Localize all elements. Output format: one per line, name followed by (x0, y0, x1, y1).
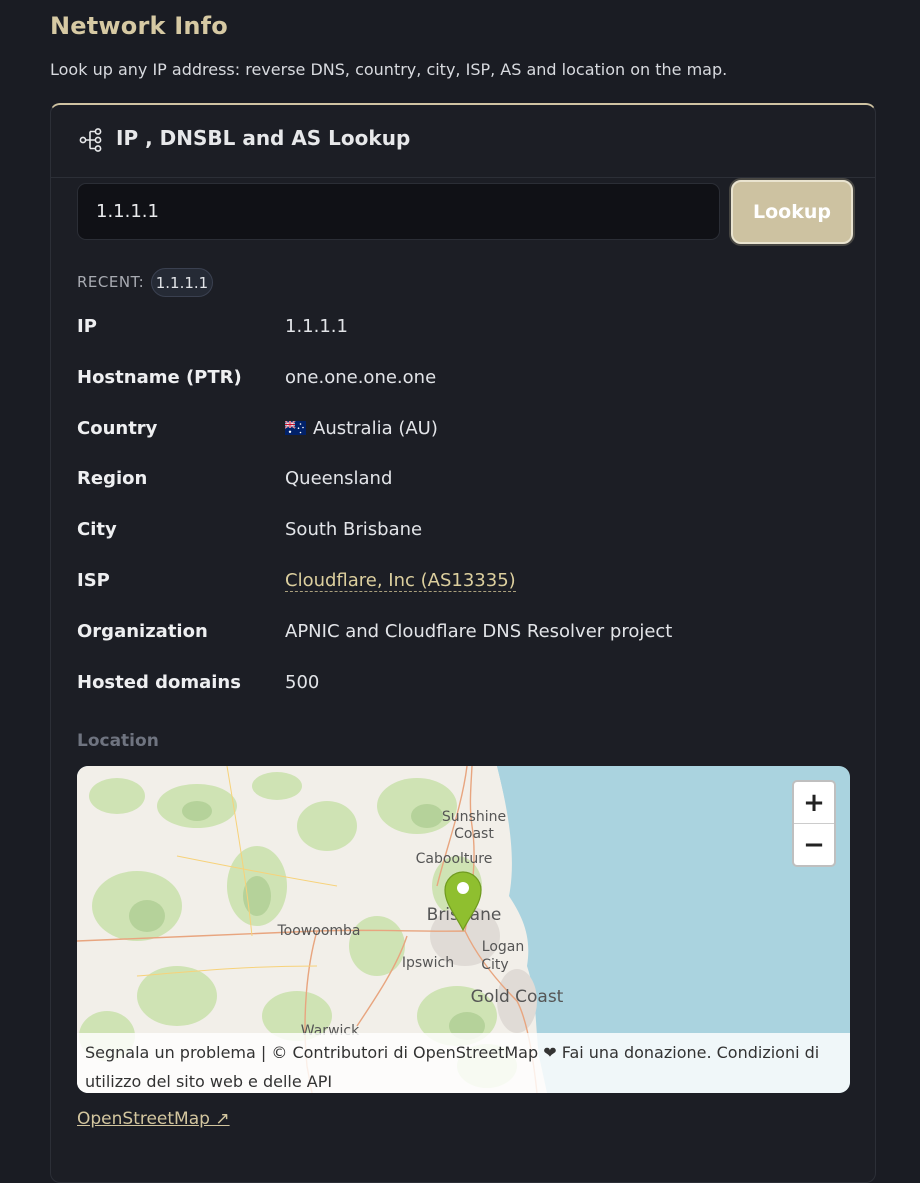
map-attribution[interactable]: Segnala un problema | © Contributori di … (77, 1033, 850, 1093)
detail-value-hostname: one.one.one.one (285, 367, 437, 388)
map-label-ipswich: Ipswich (402, 955, 454, 971)
detail-value-ip: 1.1.1.1 (285, 316, 348, 337)
detail-label-region: Region (77, 468, 148, 489)
detail-label-city: City (77, 519, 117, 540)
map-label-logan: Logan (482, 939, 524, 955)
detail-value-country: Australia (AU) (313, 418, 438, 439)
lookup-button[interactable]: Lookup (731, 180, 853, 244)
map-label-caboolture: Caboolture (416, 851, 493, 867)
detail-label-hosted-domains: Hosted domains (77, 672, 241, 693)
map-label-gold-coast: Gold Coast (471, 987, 564, 1007)
map-label-coast: Coast (454, 826, 494, 842)
detail-label-organization: Organization (77, 621, 208, 642)
page-subtitle: Look up any IP address: reverse DNS, cou… (50, 60, 728, 79)
detail-value-region: Queensland (285, 468, 393, 489)
detail-value-organization: APNIC and Cloudflare DNS Resolver projec… (285, 621, 673, 642)
detail-value-city: South Brisbane (285, 519, 423, 540)
isp-link[interactable]: Cloudflare, Inc (AS13335) (285, 570, 516, 592)
openstreetmap-link[interactable]: OpenStreetMap ↗ (77, 1109, 230, 1129)
map-label-city: City (481, 957, 508, 973)
map-label-sunshine: Sunshine (442, 809, 506, 825)
card-header: IP , DNSBL and AS Lookup (51, 105, 875, 178)
zoom-out-button[interactable]: − (794, 824, 834, 865)
location-label: Location (77, 731, 159, 751)
detail-label-hostname: Hostname (PTR) (77, 367, 242, 388)
ip-address-input[interactable] (77, 183, 720, 240)
recent-chip[interactable]: 1.1.1.1 (151, 268, 213, 297)
detail-label-country: Country (77, 418, 158, 439)
location-map[interactable]: Sunshine Coast Caboolture Brisbane Toowo… (77, 766, 850, 1093)
detail-label-isp: ISP (77, 570, 110, 591)
detail-label-ip: IP (77, 316, 97, 337)
map-label-toowoomba: Toowoomba (277, 923, 361, 939)
australia-flag-icon (285, 421, 306, 435)
zoom-in-button[interactable]: + (794, 782, 834, 824)
page-title: Network Info (50, 12, 228, 40)
detail-value-hosted-domains: 500 (285, 672, 320, 693)
zoom-control: + − (792, 780, 836, 867)
card-title: IP , DNSBL and AS Lookup (116, 126, 411, 150)
recent-label: RECENT: (77, 273, 145, 291)
network-tree-icon (79, 128, 102, 152)
detail-value-country-wrap: Australia (AU) (285, 418, 438, 439)
detail-value-isp-wrap: Cloudflare, Inc (AS13335) (285, 570, 516, 592)
